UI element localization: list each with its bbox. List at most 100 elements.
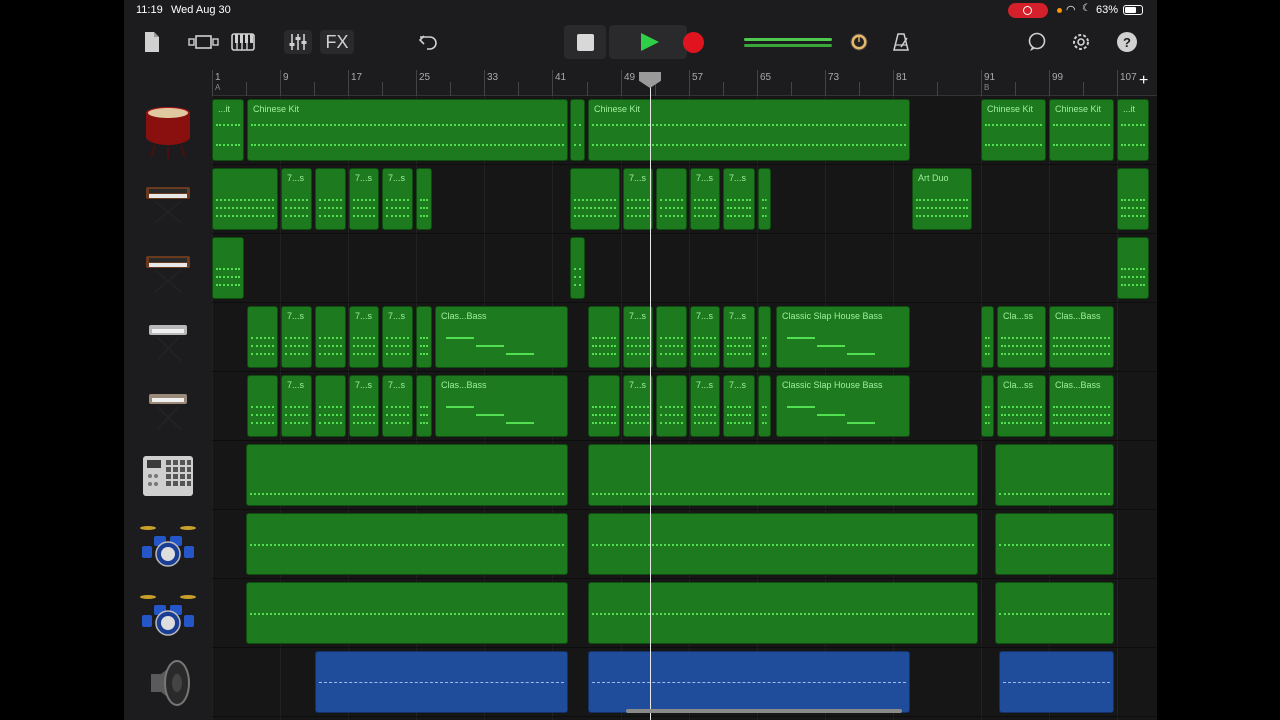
track-header-audio-recorder[interactable] xyxy=(124,648,212,717)
track-header-keys-1[interactable] xyxy=(124,303,212,372)
track-header-chinese-drum[interactable] xyxy=(124,96,212,165)
settings-gear-icon[interactable] xyxy=(1070,31,1092,53)
midi-region[interactable] xyxy=(758,306,771,368)
midi-region[interactable]: 7...s xyxy=(623,306,653,368)
midi-region[interactable] xyxy=(588,306,620,368)
midi-region[interactable] xyxy=(981,375,994,437)
midi-region[interactable]: 7...s xyxy=(723,306,755,368)
midi-region[interactable] xyxy=(758,375,771,437)
midi-region[interactable]: ...it xyxy=(212,99,244,161)
browser-view-icon[interactable] xyxy=(188,32,220,52)
midi-region[interactable]: 7...s xyxy=(349,168,379,230)
midi-region[interactable]: 7...s xyxy=(690,375,720,437)
help-icon[interactable]: ? xyxy=(1117,32,1137,52)
midi-region[interactable] xyxy=(247,306,278,368)
midi-region[interactable] xyxy=(995,513,1114,575)
midi-region[interactable]: 7...s xyxy=(623,375,653,437)
midi-region[interactable] xyxy=(656,306,687,368)
midi-region[interactable] xyxy=(588,513,978,575)
midi-region[interactable]: 7...s xyxy=(382,168,413,230)
midi-region[interactable]: 7...s xyxy=(349,306,379,368)
midi-region[interactable] xyxy=(656,375,687,437)
track-header-drum-kit-2[interactable] xyxy=(124,579,212,648)
record-button[interactable] xyxy=(672,25,714,59)
midi-region[interactable] xyxy=(588,582,978,644)
midi-region[interactable] xyxy=(416,375,432,437)
midi-region[interactable] xyxy=(246,582,568,644)
track-header-drum-kit-1[interactable] xyxy=(124,510,212,579)
track-header-beat-sequencer[interactable] xyxy=(124,441,212,510)
midi-region[interactable] xyxy=(315,306,346,368)
midi-region[interactable]: 7...s xyxy=(382,306,413,368)
tracks-area[interactable]: ...it Chinese Kit Chinese Kit Chinese Kit Ch… xyxy=(212,96,1157,720)
track-header-keys-2[interactable] xyxy=(124,372,212,441)
midi-region[interactable]: Clas...Bass xyxy=(435,375,568,437)
control-bar: FX ? xyxy=(124,22,1157,66)
midi-region[interactable]: 7...s xyxy=(690,306,720,368)
midi-region[interactable]: 7...s xyxy=(349,375,379,437)
audio-region[interactable] xyxy=(315,651,568,713)
midi-region[interactable] xyxy=(315,375,346,437)
midi-region[interactable] xyxy=(570,237,585,299)
midi-region[interactable] xyxy=(212,168,278,230)
screen-recording-indicator[interactable] xyxy=(1008,3,1048,18)
midi-region[interactable] xyxy=(588,375,620,437)
midi-region[interactable] xyxy=(570,168,620,230)
midi-region[interactable] xyxy=(1117,168,1149,230)
midi-region[interactable] xyxy=(416,168,432,230)
midi-region[interactable] xyxy=(315,168,346,230)
midi-region[interactable]: Chinese Kit xyxy=(1049,99,1114,161)
midi-region[interactable]: Chinese Kit xyxy=(981,99,1046,161)
midi-region[interactable]: 7...s xyxy=(723,168,755,230)
stop-button[interactable] xyxy=(564,25,606,59)
fx-button[interactable]: FX xyxy=(320,30,354,54)
midi-region[interactable]: 7...s xyxy=(281,168,312,230)
track-header-synth-2[interactable] xyxy=(124,234,212,303)
battery-percent: 63% xyxy=(1096,4,1119,16)
midi-region[interactable] xyxy=(758,168,771,230)
midi-region[interactable] xyxy=(247,375,278,437)
midi-region[interactable] xyxy=(246,513,568,575)
master-volume-knob-icon[interactable] xyxy=(850,33,868,51)
midi-region[interactable]: 7...s xyxy=(382,375,413,437)
metronome-icon[interactable] xyxy=(890,31,912,53)
mixer-icon[interactable] xyxy=(284,30,312,54)
track-lane-synth-2[interactable] xyxy=(212,234,1157,303)
keyboard-icon[interactable] xyxy=(230,32,256,52)
midi-region[interactable] xyxy=(212,237,244,299)
audio-region[interactable] xyxy=(588,651,910,713)
midi-region[interactable]: ...it xyxy=(1117,99,1149,161)
midi-region[interactable] xyxy=(1117,237,1149,299)
audio-region[interactable] xyxy=(999,651,1114,713)
undo-icon[interactable] xyxy=(416,31,440,53)
midi-region[interactable]: Cla...ss xyxy=(997,306,1046,368)
midi-region[interactable]: 7...s xyxy=(623,168,653,230)
midi-region[interactable]: Clas...Bass xyxy=(435,306,568,368)
midi-region[interactable]: Chinese Kit xyxy=(588,99,910,161)
my-songs-icon[interactable] xyxy=(142,30,162,54)
home-indicator[interactable] xyxy=(626,709,902,713)
midi-region[interactable]: Art Duo xyxy=(912,168,972,230)
midi-region[interactable] xyxy=(246,444,568,506)
midi-region[interactable] xyxy=(995,444,1114,506)
midi-region[interactable] xyxy=(588,444,978,506)
midi-region[interactable] xyxy=(416,306,432,368)
midi-region[interactable] xyxy=(656,168,687,230)
midi-region[interactable]: Classic Slap House Bass xyxy=(776,375,910,437)
midi-region[interactable]: Cla...ss xyxy=(997,375,1046,437)
midi-region[interactable]: 7...s xyxy=(281,375,312,437)
add-section-icon[interactable]: + xyxy=(1139,72,1148,90)
midi-region[interactable] xyxy=(570,99,585,161)
timeline-ruler[interactable]: 1 A 9 17 25 33 41 49 57 65 73 81 91 B 99 107 xyxy=(212,66,1157,96)
midi-region[interactable]: Chinese Kit xyxy=(247,99,568,161)
midi-region[interactable]: 7...s xyxy=(281,306,312,368)
midi-region[interactable]: Clas...Bass xyxy=(1049,375,1114,437)
track-header-synth-1[interactable] xyxy=(124,165,212,234)
midi-region[interactable]: 7...s xyxy=(690,168,720,230)
midi-region[interactable] xyxy=(981,306,994,368)
loop-browser-icon[interactable] xyxy=(1026,31,1048,53)
midi-region[interactable] xyxy=(995,582,1114,644)
midi-region[interactable]: Clas...Bass xyxy=(1049,306,1114,368)
midi-region[interactable]: 7...s xyxy=(723,375,755,437)
midi-region[interactable]: Classic Slap House Bass xyxy=(776,306,910,368)
